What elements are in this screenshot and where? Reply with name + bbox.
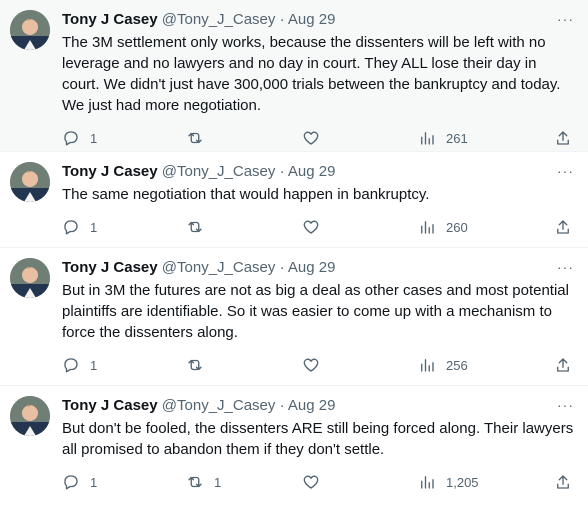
share-icon xyxy=(557,475,569,489)
more-options-icon[interactable]: ··· xyxy=(557,398,574,412)
reply-icon xyxy=(64,475,78,490)
like-button[interactable] xyxy=(302,129,330,147)
author-name[interactable]: Tony J Casey xyxy=(62,163,158,180)
views-icon xyxy=(421,359,434,372)
tweet-thread: Tony J Casey @Tony_J_Casey · Aug 29 ··· … xyxy=(0,0,588,512)
avatar[interactable] xyxy=(10,396,50,436)
reply-count: 1 xyxy=(90,474,98,490)
tweet-header: Tony J Casey @Tony_J_Casey · Aug 29 xyxy=(62,396,576,416)
share-icon xyxy=(557,220,569,234)
reply-icon xyxy=(64,358,78,373)
tweet[interactable]: Tony J Casey @Tony_J_Casey · Aug 29 ··· … xyxy=(0,248,588,386)
tweet-header: Tony J Casey @Tony_J_Casey · Aug 29 xyxy=(62,258,576,278)
views-button[interactable]: 260 xyxy=(418,218,468,236)
retweet-icon xyxy=(188,359,202,371)
views-icon xyxy=(421,132,434,145)
retweet-button[interactable] xyxy=(186,218,214,236)
tweet-header: Tony J Casey @Tony_J_Casey · Aug 29 xyxy=(62,162,576,182)
reply-count: 1 xyxy=(90,130,98,146)
tweet[interactable]: Tony J Casey @Tony_J_Casey · Aug 29 ··· … xyxy=(0,386,588,512)
reply-count: 1 xyxy=(90,357,98,373)
like-button[interactable] xyxy=(302,356,330,374)
author-name[interactable]: Tony J Casey xyxy=(62,397,158,414)
tweet-text: The same negotiation that would happen i… xyxy=(62,186,430,203)
view-count: 260 xyxy=(446,219,468,235)
timestamp[interactable]: Aug 29 xyxy=(288,397,336,414)
share-button[interactable] xyxy=(554,356,572,374)
reply-button[interactable]: 1 xyxy=(62,218,97,236)
avatar[interactable] xyxy=(10,258,50,298)
share-button[interactable] xyxy=(554,218,572,236)
tweet-actions: 1 260 xyxy=(62,211,576,245)
views-button[interactable]: 256 xyxy=(418,356,468,374)
tweet[interactable]: Tony J Casey @Tony_J_Casey · Aug 29 ··· … xyxy=(0,0,588,152)
retweet-icon xyxy=(188,132,202,144)
author-handle[interactable]: @Tony_J_Casey xyxy=(162,163,276,180)
share-icon xyxy=(557,358,569,372)
heart-icon xyxy=(303,131,319,145)
author-name[interactable]: Tony J Casey xyxy=(62,259,158,276)
avatar[interactable] xyxy=(10,162,50,202)
author-handle[interactable]: @Tony_J_Casey xyxy=(162,11,276,28)
avatar[interactable] xyxy=(10,10,50,50)
view-count: 261 xyxy=(446,130,468,146)
view-count: 256 xyxy=(446,357,468,373)
more-options-icon[interactable]: ··· xyxy=(557,164,574,178)
tweet-text: But don't be fooled, the dissenters ARE … xyxy=(62,420,578,458)
reply-icon xyxy=(64,220,78,235)
view-count: 1,205 xyxy=(446,474,479,490)
retweet-button[interactable] xyxy=(186,129,214,147)
tweet[interactable]: Tony J Casey @Tony_J_Casey · Aug 29 ··· … xyxy=(0,152,588,248)
separator-dot: · xyxy=(279,11,285,28)
timestamp[interactable]: Aug 29 xyxy=(288,11,336,28)
reply-button[interactable]: 1 xyxy=(62,473,97,491)
heart-icon xyxy=(303,220,319,234)
tweet-actions: 1 256 xyxy=(62,349,576,383)
author-name[interactable]: Tony J Casey xyxy=(62,11,158,28)
tweet-header: Tony J Casey @Tony_J_Casey · Aug 29 xyxy=(62,10,576,30)
retweet-button[interactable] xyxy=(186,356,214,374)
tweet-actions: 1 1 1,205 xyxy=(62,466,576,500)
more-options-icon[interactable]: ··· xyxy=(557,260,574,274)
author-handle[interactable]: @Tony_J_Casey xyxy=(162,397,276,414)
like-button[interactable] xyxy=(302,473,330,491)
timestamp[interactable]: Aug 29 xyxy=(288,259,336,276)
like-button[interactable] xyxy=(302,218,330,236)
views-icon xyxy=(421,476,434,489)
share-button[interactable] xyxy=(554,129,572,147)
retweet-icon xyxy=(188,476,202,488)
timestamp[interactable]: Aug 29 xyxy=(288,163,336,180)
separator-dot: · xyxy=(279,397,285,414)
share-button[interactable] xyxy=(554,473,572,491)
share-icon xyxy=(557,131,569,145)
tweet-text: The 3M settlement only works, because th… xyxy=(62,34,565,114)
separator-dot: · xyxy=(279,259,285,276)
heart-icon xyxy=(303,475,319,489)
reply-button[interactable]: 1 xyxy=(62,129,97,147)
author-handle[interactable]: @Tony_J_Casey xyxy=(162,259,276,276)
reply-count: 1 xyxy=(90,219,98,235)
tweet-actions: 1 261 xyxy=(62,122,576,156)
heart-icon xyxy=(303,358,319,372)
views-icon xyxy=(421,221,434,234)
reply-icon xyxy=(64,131,78,146)
more-options-icon[interactable]: ··· xyxy=(557,12,574,26)
retweet-button[interactable]: 1 xyxy=(186,473,221,491)
reply-button[interactable]: 1 xyxy=(62,356,97,374)
retweet-count: 1 xyxy=(214,474,222,490)
retweet-icon xyxy=(188,221,202,233)
views-button[interactable]: 261 xyxy=(418,129,468,147)
tweet-text: But in 3M the futures are not as big a d… xyxy=(62,282,574,341)
views-button[interactable]: 1,205 xyxy=(418,473,479,491)
separator-dot: · xyxy=(279,163,285,180)
